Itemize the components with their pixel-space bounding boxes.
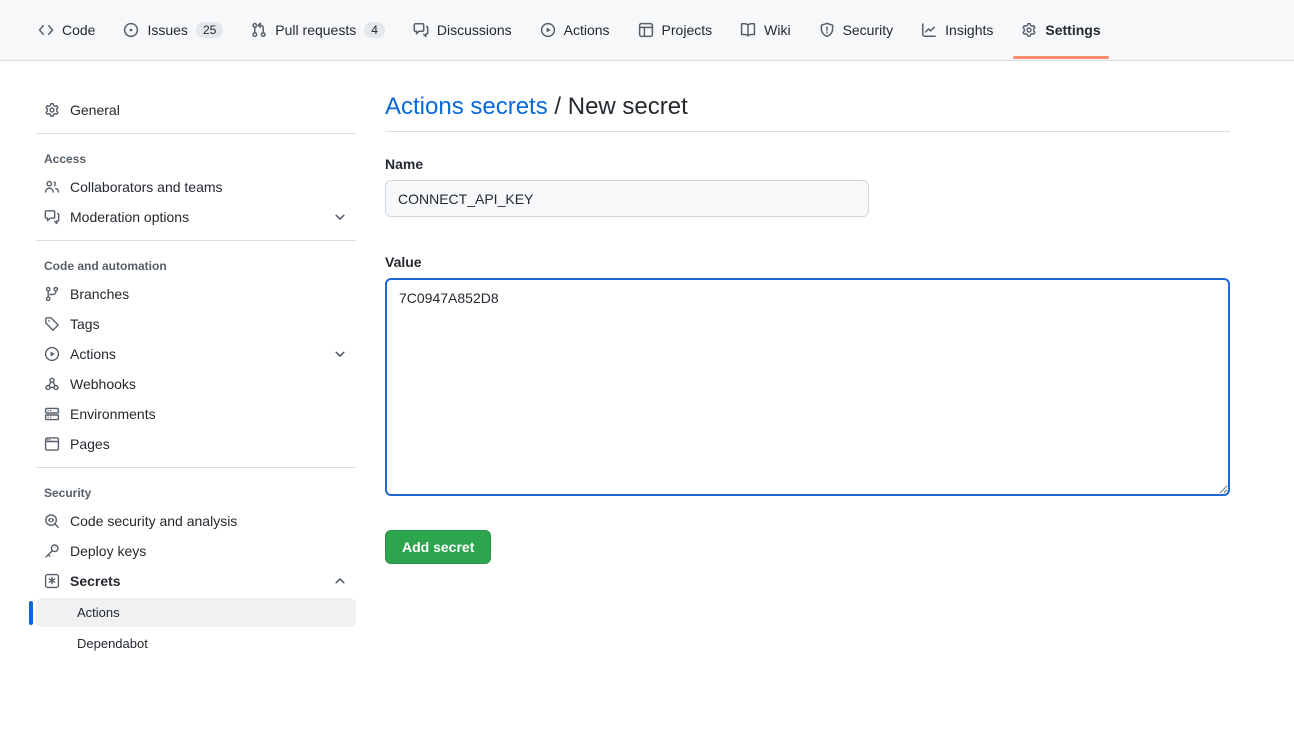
sidebar-section-access: Access bbox=[36, 142, 356, 172]
sidebar-divider bbox=[36, 467, 356, 468]
tab-projects[interactable]: Projects bbox=[630, 14, 721, 46]
value-label: Value bbox=[385, 254, 1230, 270]
sidebar-item-label: Tags bbox=[70, 316, 100, 332]
page-title: New secret bbox=[568, 93, 688, 120]
sidebar-item-actions[interactable]: Actions bbox=[36, 339, 356, 369]
sidebar-item-general[interactable]: General bbox=[36, 95, 356, 125]
play-icon bbox=[44, 346, 60, 362]
tab-discussions-label: Discussions bbox=[437, 22, 512, 38]
sidebar-divider bbox=[36, 240, 356, 241]
tab-code[interactable]: Code bbox=[30, 14, 103, 46]
issue-opened-icon bbox=[123, 22, 139, 38]
sidebar-item-environments[interactable]: Environments bbox=[36, 399, 356, 429]
sidebar-item-label: Pages bbox=[70, 436, 110, 452]
book-icon bbox=[740, 22, 756, 38]
comment-discussion-icon bbox=[413, 22, 429, 38]
graph-icon bbox=[921, 22, 937, 38]
tab-projects-label: Projects bbox=[662, 22, 713, 38]
sidebar-divider bbox=[36, 133, 356, 134]
breadcrumb: Actions secrets / New secret bbox=[385, 93, 1230, 132]
tab-settings-label: Settings bbox=[1045, 22, 1100, 38]
sidebar-section-security: Security bbox=[36, 476, 356, 506]
tag-icon bbox=[44, 316, 60, 332]
tab-pull-requests[interactable]: Pull requests 4 bbox=[243, 14, 393, 46]
chevron-down-icon bbox=[332, 209, 348, 225]
sidebar-item-label: Actions bbox=[77, 605, 120, 620]
tab-security-label: Security bbox=[843, 22, 894, 38]
asterisk-box-icon bbox=[44, 573, 60, 589]
sidebar-item-label: Branches bbox=[70, 286, 129, 302]
pull-requests-count-badge: 4 bbox=[364, 22, 385, 38]
server-icon bbox=[44, 406, 60, 422]
tab-wiki[interactable]: Wiki bbox=[732, 14, 798, 46]
sidebar-item-label: Secrets bbox=[70, 573, 322, 589]
secret-value-textarea[interactable]: 7C0947A852D8 bbox=[385, 278, 1230, 496]
sidebar-item-branches[interactable]: Branches bbox=[36, 279, 356, 309]
tab-actions[interactable]: Actions bbox=[532, 14, 618, 46]
sidebar-item-label: Moderation options bbox=[70, 209, 322, 225]
sidebar-item-label: Collaborators and teams bbox=[70, 179, 223, 195]
gear-icon bbox=[44, 102, 60, 118]
play-icon bbox=[540, 22, 556, 38]
sidebar-item-moderation-options[interactable]: Moderation options bbox=[36, 202, 356, 232]
gear-icon bbox=[1021, 22, 1037, 38]
tab-discussions[interactable]: Discussions bbox=[405, 14, 520, 46]
sidebar-subitem-dependabot-secrets[interactable]: Dependabot bbox=[36, 629, 356, 658]
tab-insights-label: Insights bbox=[945, 22, 993, 38]
settings-sidebar: General Access Collaborators and teams M… bbox=[36, 95, 356, 658]
sidebar-item-deploy-keys[interactable]: Deploy keys bbox=[36, 536, 356, 566]
sidebar-item-code-security[interactable]: Code security and analysis bbox=[36, 506, 356, 536]
chevron-up-icon bbox=[332, 573, 348, 589]
breadcrumb-separator: / bbox=[554, 93, 561, 120]
browser-icon bbox=[44, 436, 60, 452]
comment-discussion-icon bbox=[44, 209, 60, 225]
name-label: Name bbox=[385, 156, 1230, 172]
sidebar-item-collaborators[interactable]: Collaborators and teams bbox=[36, 172, 356, 202]
sidebar-item-label: Actions bbox=[70, 346, 322, 362]
people-icon bbox=[44, 179, 60, 195]
git-branch-icon bbox=[44, 286, 60, 302]
tab-pull-requests-label: Pull requests bbox=[275, 22, 356, 38]
shield-icon bbox=[819, 22, 835, 38]
sidebar-section-code-automation: Code and automation bbox=[36, 249, 356, 279]
git-pull-request-icon bbox=[251, 22, 267, 38]
repo-nav: Code Issues 25 Pull requests 4 Discussio… bbox=[0, 0, 1294, 61]
new-secret-panel: Actions secrets / New secret Name Value … bbox=[356, 61, 1294, 658]
sidebar-item-label: General bbox=[70, 102, 120, 118]
tab-settings[interactable]: Settings bbox=[1013, 14, 1108, 46]
sidebar-item-webhooks[interactable]: Webhooks bbox=[36, 369, 356, 399]
sidebar-item-secrets[interactable]: Secrets bbox=[36, 566, 356, 596]
issues-count-badge: 25 bbox=[196, 22, 223, 38]
key-icon bbox=[44, 543, 60, 559]
sidebar-item-label: Deploy keys bbox=[70, 543, 146, 559]
sidebar-item-label: Dependabot bbox=[77, 636, 148, 651]
add-secret-button[interactable]: Add secret bbox=[385, 530, 491, 564]
tab-code-label: Code bbox=[62, 22, 95, 38]
sidebar-subitem-actions-secrets[interactable]: Actions bbox=[36, 598, 356, 627]
sidebar-item-label: Code security and analysis bbox=[70, 513, 237, 529]
actions-secrets-link[interactable]: Actions secrets bbox=[385, 93, 548, 120]
table-icon bbox=[638, 22, 654, 38]
webhook-icon bbox=[44, 376, 60, 392]
secret-name-input[interactable] bbox=[385, 180, 869, 217]
tab-security[interactable]: Security bbox=[811, 14, 902, 46]
tab-actions-label: Actions bbox=[564, 22, 610, 38]
code-icon bbox=[38, 22, 54, 38]
tab-insights[interactable]: Insights bbox=[913, 14, 1001, 46]
tab-wiki-label: Wiki bbox=[764, 22, 790, 38]
sidebar-item-tags[interactable]: Tags bbox=[36, 309, 356, 339]
sidebar-item-pages[interactable]: Pages bbox=[36, 429, 356, 459]
sidebar-item-label: Webhooks bbox=[70, 376, 136, 392]
sidebar-item-label: Environments bbox=[70, 406, 156, 422]
tab-issues-label: Issues bbox=[147, 22, 187, 38]
tab-issues[interactable]: Issues 25 bbox=[115, 14, 231, 46]
codescan-icon bbox=[44, 513, 60, 529]
chevron-down-icon bbox=[332, 346, 348, 362]
